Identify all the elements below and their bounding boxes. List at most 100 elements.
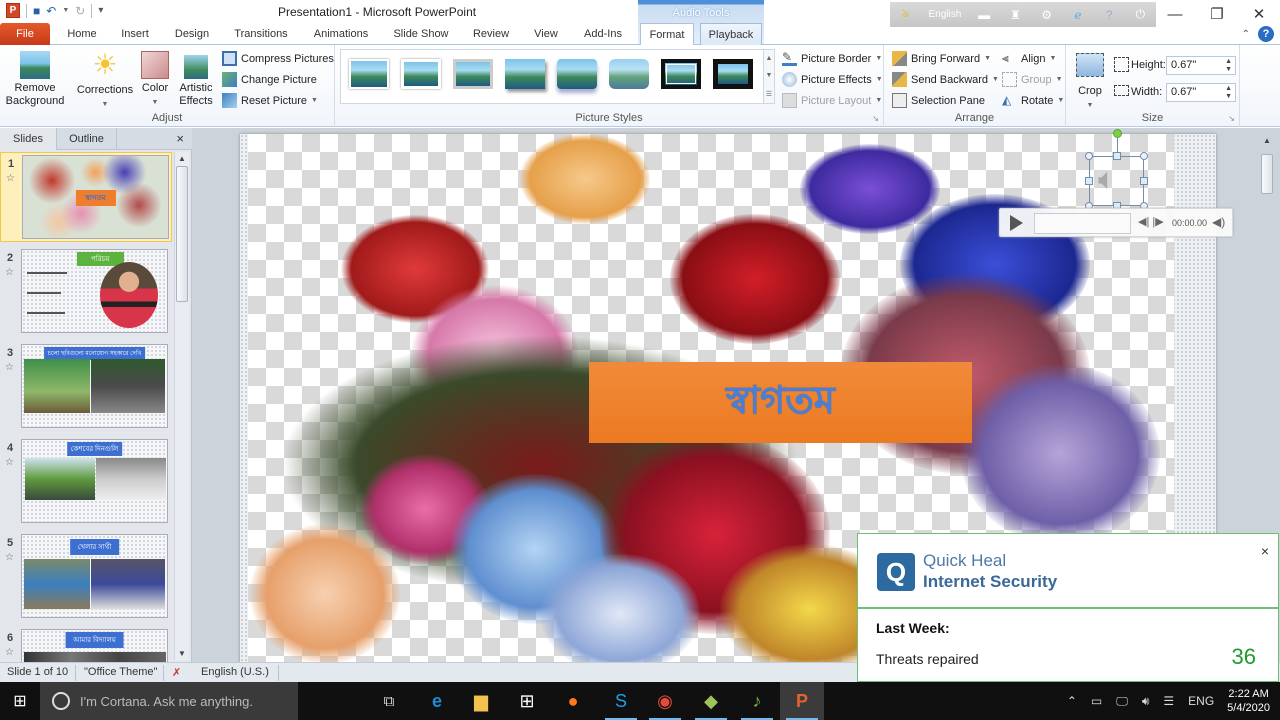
scroll-thumb[interactable] xyxy=(1261,154,1273,194)
help-icon[interactable]: ? xyxy=(1094,8,1125,22)
play-icon[interactable] xyxy=(1010,215,1023,231)
align-button[interactable]: ⫷ Align ▼ xyxy=(1002,51,1056,66)
tab-design[interactable]: Design xyxy=(166,23,218,45)
audio-progress-track[interactable] xyxy=(1034,213,1131,234)
battery-icon[interactable]: ▭ xyxy=(1091,694,1102,708)
task-view-icon[interactable]: ⧉ xyxy=(367,682,411,720)
tab-insert[interactable]: Insert xyxy=(112,23,158,45)
tab-format[interactable]: Format xyxy=(640,23,694,46)
volume-icon[interactable]: 🔊︎ xyxy=(1142,694,1150,709)
resize-handle[interactable] xyxy=(1113,152,1121,160)
notification-icon[interactable]: ☰ xyxy=(1163,694,1174,708)
scroll-up-icon[interactable]: ▲ xyxy=(175,154,189,163)
tab-playback[interactable]: Playback xyxy=(700,23,762,45)
settings-icon[interactable]: ⚙ xyxy=(1031,8,1062,22)
group-button[interactable]: Group ▼ xyxy=(1002,72,1063,87)
show-hidden-icons[interactable]: ⌃ xyxy=(1067,694,1077,708)
scroll-up-icon[interactable]: ▲ xyxy=(1260,136,1274,145)
notes-app-icon[interactable]: ◆ xyxy=(689,682,733,720)
browser-icon[interactable]: ℯ xyxy=(1062,8,1093,22)
picture-border-button[interactable]: ✎ Picture Border ▼ xyxy=(782,51,882,66)
seek-forward-icon[interactable]: |▶ xyxy=(1152,216,1163,228)
network-icon[interactable]: 🖵︎ xyxy=(1116,694,1128,709)
ime-icon[interactable]: ঌ xyxy=(890,5,921,25)
power-icon[interactable]: ⏻ xyxy=(1125,7,1156,22)
welcome-title-box[interactable]: স্বাগতম xyxy=(589,362,972,443)
help-icon[interactable]: ? xyxy=(1258,26,1274,42)
rotate-button[interactable]: ◭ Rotate ▼ xyxy=(1002,93,1064,108)
tab-review[interactable]: Review xyxy=(466,23,516,45)
store-icon[interactable]: ⊞ xyxy=(505,682,549,720)
resize-handle[interactable] xyxy=(1140,152,1148,160)
keyboard-icon[interactable]: ▬ xyxy=(969,8,1000,22)
picture-layout-button[interactable]: Picture Layout ▼ xyxy=(782,93,882,108)
style-thumb[interactable] xyxy=(349,59,389,89)
height-input[interactable]: 0.67" ▲ ▼ xyxy=(1166,56,1236,75)
dialog-launcher-icon[interactable]: ↘ xyxy=(872,114,879,123)
slide-thumbnail-4[interactable]: 4 ☆ কেশবের দিনগুলি xyxy=(0,437,172,527)
resize-handle[interactable] xyxy=(1085,152,1093,160)
reset-picture-button[interactable]: Reset Picture ▼ xyxy=(222,93,318,108)
style-thumb[interactable] xyxy=(505,59,545,89)
save-icon[interactable]: ■ xyxy=(33,4,40,18)
pen-icon[interactable]: ♜ xyxy=(1000,8,1031,22)
width-spinner-icon[interactable]: ▲ ▼ xyxy=(1225,85,1232,101)
resize-handle[interactable] xyxy=(1085,177,1093,185)
style-thumb[interactable] xyxy=(453,59,493,89)
skype-icon[interactable]: S xyxy=(599,682,643,720)
start-button[interactable]: ⊞ xyxy=(0,682,40,720)
color-button[interactable]: Color ▼ xyxy=(138,49,172,109)
clock[interactable]: 2:22 AM 5/4/2020 xyxy=(1227,687,1270,715)
resize-handle[interactable] xyxy=(1140,177,1148,185)
style-thumb[interactable] xyxy=(609,59,649,89)
height-spinner-icon[interactable]: ▲ ▼ xyxy=(1225,58,1232,74)
tab-transitions[interactable]: Transitions xyxy=(226,23,296,45)
crop-button[interactable]: Crop ▼ xyxy=(1072,49,1108,112)
input-language[interactable]: ENG xyxy=(1188,694,1214,708)
slide-thumbnail-5[interactable]: 5 ☆ খেলার সাথী xyxy=(0,532,172,622)
gallery-more-icon[interactable]: ☰ xyxy=(766,90,772,98)
slide-thumbnail-2[interactable]: 2 ☆ পরিচয় xyxy=(0,247,172,337)
tab-view[interactable]: View xyxy=(526,23,566,45)
style-thumb[interactable] xyxy=(661,59,701,89)
style-thumb[interactable] xyxy=(557,59,597,89)
tab-slides[interactable]: Slides xyxy=(0,128,57,150)
file-explorer-icon[interactable]: ▆ xyxy=(459,682,503,720)
powerpoint-app-icon[interactable]: P xyxy=(6,3,20,18)
tab-add-ins[interactable]: Add-Ins xyxy=(576,23,630,45)
tab-file[interactable]: File xyxy=(0,23,50,45)
undo-dropdown-icon[interactable]: ▼ xyxy=(62,7,69,14)
spellcheck-icon[interactable]: ✗ xyxy=(172,666,181,679)
audio-object[interactable]: 🔈︎ xyxy=(1089,156,1144,206)
minimize-ribbon-icon[interactable]: ⌃ xyxy=(1242,29,1250,40)
slide-thumbnail-3[interactable]: 3 ☆ চলো ছবিগুলো মনোযোগ সহকারে দেখি xyxy=(0,342,172,432)
redo-icon[interactable]: ↻ xyxy=(75,4,85,18)
tab-home[interactable]: Home xyxy=(58,23,106,45)
tab-animations[interactable]: Animations xyxy=(306,23,376,45)
audio-app-icon[interactable]: ♪ xyxy=(735,682,779,720)
scroll-thumb[interactable] xyxy=(176,166,188,302)
corrections-button[interactable]: ☀ Corrections ▼ xyxy=(74,49,136,111)
tab-slide-show[interactable]: Slide Show xyxy=(386,23,456,45)
close-icon[interactable]: × xyxy=(1261,543,1269,559)
gallery-scroll[interactable]: ▲ ▼ ☰ xyxy=(763,49,775,104)
undo-icon[interactable]: ↶ xyxy=(46,4,56,18)
slides-pane-scrollbar[interactable]: ▲ ▼ xyxy=(174,152,189,660)
selection-pane-button[interactable]: Selection Pane xyxy=(892,93,985,108)
chrome-icon[interactable]: ◉ xyxy=(643,682,687,720)
volume-icon[interactable]: ◀) xyxy=(1212,215,1225,229)
bring-forward-button[interactable]: Bring Forward ▼ xyxy=(892,51,991,66)
compress-pictures-button[interactable]: Compress Pictures xyxy=(222,51,334,66)
customize-qat-icon[interactable]: ▾ xyxy=(98,4,103,18)
style-thumb[interactable] xyxy=(713,59,753,89)
cortana-search[interactable]: I'm Cortana. Ask me anything. xyxy=(40,682,298,720)
firefox-icon[interactable]: ● xyxy=(551,682,595,720)
dialog-launcher-icon[interactable]: ↘ xyxy=(1228,114,1235,123)
tab-outline[interactable]: Outline xyxy=(57,128,117,150)
width-input[interactable]: 0.67" ▲ ▼ xyxy=(1166,83,1236,102)
close-pane-icon[interactable]: × xyxy=(176,131,184,146)
edge-icon[interactable]: e xyxy=(415,682,459,720)
gallery-down-icon[interactable]: ▼ xyxy=(766,72,773,79)
slide-thumbnail-6[interactable]: 6 ☆ আমার বিদ্যালয় xyxy=(0,627,172,662)
language-status[interactable]: English (U.S.) xyxy=(201,666,269,678)
